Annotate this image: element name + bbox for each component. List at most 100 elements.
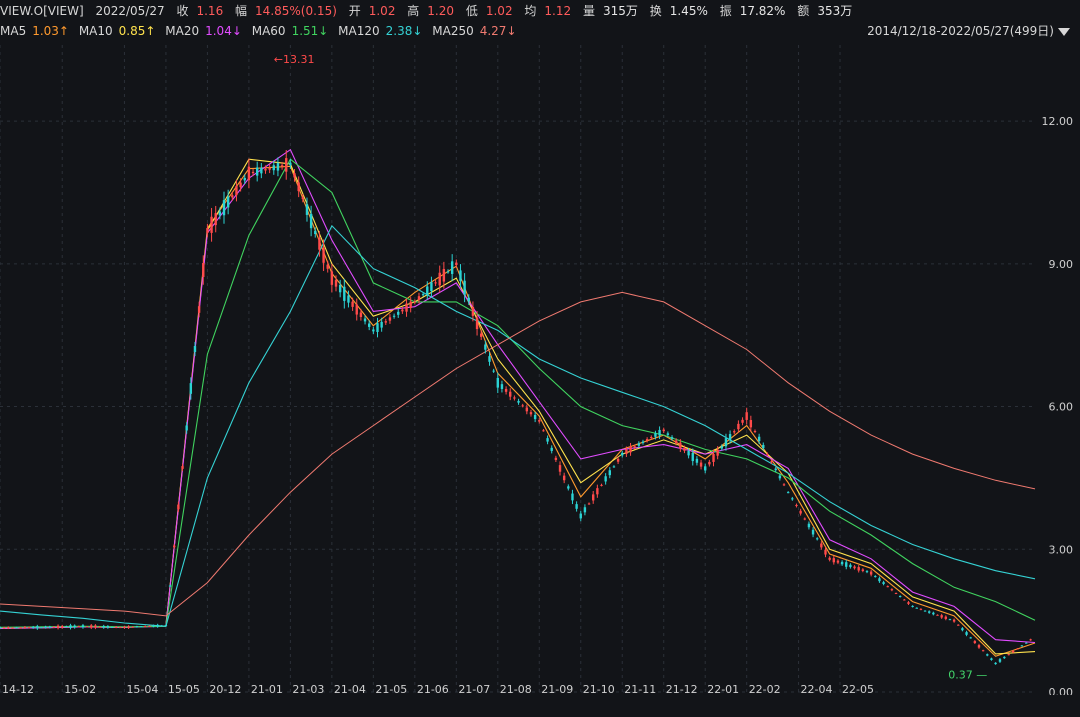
candle-body [670,437,674,439]
candle-body [745,412,748,420]
ma250-label: MA250 [432,24,474,38]
candle-body [853,566,856,569]
candle-body [330,271,334,285]
candle-body [2,627,6,629]
ma5-value: 1.03↑ [32,24,69,38]
candle-body [903,599,906,601]
candle-body [977,645,981,648]
candle-body [475,317,479,330]
candle-body [268,167,271,170]
candle-body [164,625,168,627]
x-tick-label: 21-06 [417,683,449,695]
candle-body [861,569,865,571]
candle-body [704,466,707,471]
candle-body [874,576,877,578]
candle-body [890,589,894,591]
candle-body [911,605,914,607]
candle-body [1029,639,1032,641]
candle-body [799,510,802,514]
ma20-line [0,148,1036,644]
candle-body [1007,654,1010,656]
ma250-line [0,291,1036,617]
symbol: VIEW.O[VIEW] [0,4,84,18]
candle-body [459,270,462,282]
candle-body [376,323,379,333]
candle-body [637,443,641,446]
x-tick-label: 21-01 [251,683,283,695]
candle-body [363,318,367,322]
candle-body [1011,650,1015,653]
candle-body [56,625,60,629]
candle-body [143,626,147,628]
candle-body [509,391,512,397]
candle-body [513,397,516,399]
candle-body [575,504,578,509]
candle-body [965,632,968,635]
x-tick-label: 21-11 [624,683,656,695]
candle-body [438,272,441,286]
candle-body [733,431,736,433]
candle-body [48,626,51,628]
candle-body [990,658,993,660]
candle-body [596,488,599,495]
candle-body [878,578,881,582]
candle-body [824,549,827,555]
candle-body [488,356,491,362]
x-tick-label: 21-10 [583,683,615,695]
candle-body [969,637,972,639]
candle-body [27,627,31,629]
dropdown-icon[interactable] [1058,27,1070,36]
candle-body [782,484,786,486]
x-tick-label: 21-05 [375,683,407,695]
candle-body [471,306,475,316]
amount-label: 额 [797,4,810,18]
amplitude-label: 振 [719,4,732,18]
candle-body [712,453,715,462]
candle-body [961,628,964,631]
candle-body [426,286,429,295]
ma250-value: 4.27↓ [479,24,517,38]
candle-body [919,608,923,610]
candle-body [235,185,238,196]
candle-body [405,303,408,312]
candle-body [297,182,300,192]
candle-body [434,282,437,284]
candle-body [380,321,383,328]
candle-body [73,625,76,628]
candle-body [52,626,56,628]
candle-body [525,407,529,412]
candle-body [226,196,230,208]
candle-body [40,627,43,629]
candle-body [322,247,325,263]
candle-body [517,400,520,403]
x-tick-label: 21-04 [334,683,366,695]
avg-label: 均 [524,4,537,18]
high-label: 高 [407,4,420,18]
date-range[interactable]: 2014/12/18-2022/05/27(499日) [867,22,1070,40]
candle-body [674,440,678,444]
candle-body [1020,645,1024,647]
candle-body [666,433,670,435]
candle-body [239,182,242,188]
candle-body [123,626,126,628]
y-tick-label: 12.00 [1042,115,1074,128]
amount-value: 353万 [817,4,853,18]
candle-body [247,166,251,181]
candle-body [139,626,143,628]
high-marker: ←13.31 [274,53,315,66]
x-tick-label: 14-12 [2,683,34,695]
candle-body [600,484,603,486]
candle-body [766,453,769,455]
candle-body [558,465,562,472]
candle-body [202,263,205,278]
candle-body [936,614,939,616]
ma20-value: 1.04↓ [205,24,242,38]
candle-body [592,494,595,501]
close-label: 收 [176,4,189,18]
open-value: 1.02 [368,4,396,18]
candle-body [218,211,222,216]
candle-body [148,626,151,628]
candle-body [114,626,118,628]
candle-body [612,466,616,468]
candle-body [795,504,798,507]
